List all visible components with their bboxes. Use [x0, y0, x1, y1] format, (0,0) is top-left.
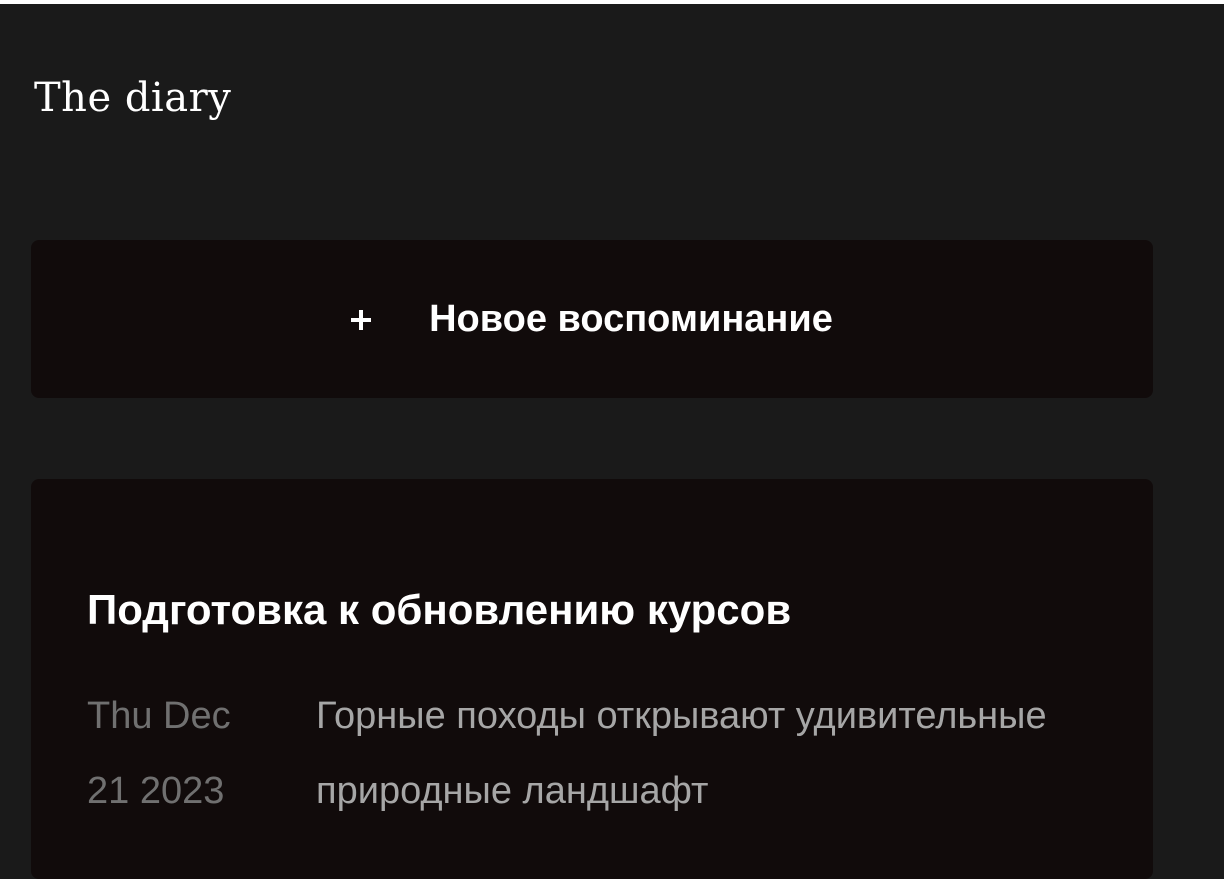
memory-preview-text: Горные походы открывают удивительные при…: [316, 695, 1047, 812]
memory-date: Thu Dec 21 2023: [87, 695, 231, 812]
new-memory-button[interactable]: Новое воспоминание: [31, 240, 1153, 398]
plus-icon: [351, 310, 372, 330]
new-memory-label: Новое воспоминание: [429, 298, 833, 340]
memory-card[interactable]: Подготовка к обновлению курсов Thu Dec 2…: [31, 479, 1153, 879]
app-title: The diary: [34, 75, 232, 121]
memory-title: Подготовка к обновлению курсов: [87, 586, 792, 633]
top-border: [0, 0, 1224, 4]
